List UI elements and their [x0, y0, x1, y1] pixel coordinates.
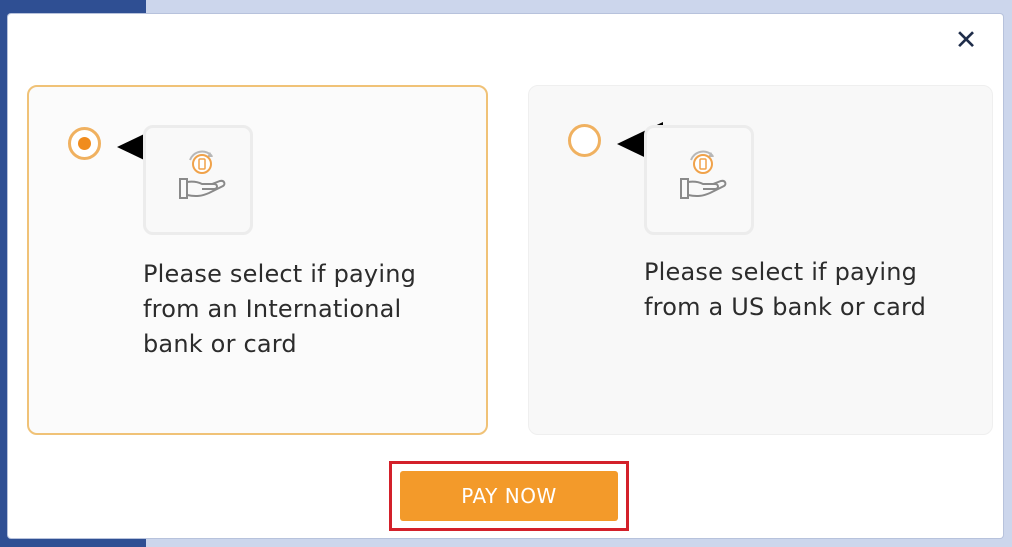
pay-now-highlight: PAY NOW — [389, 461, 629, 531]
payment-method-modal: ✕ Please select if paying from an Intern… — [8, 14, 1003, 538]
option-label-us: Please select if paying from a US bank o… — [644, 258, 927, 321]
hand-coin-icon — [644, 125, 754, 235]
option-label-international: Please select if paying from an Internat… — [143, 260, 417, 358]
radio-international[interactable] — [68, 127, 101, 160]
pay-now-button[interactable]: PAY NOW — [400, 471, 618, 521]
option-card-us[interactable]: Please select if paying from a US bank o… — [528, 85, 993, 435]
radio-us[interactable] — [568, 124, 601, 157]
hand-coin-icon — [143, 125, 253, 235]
close-icon[interactable]: ✕ — [952, 27, 980, 55]
option-card-international[interactable]: Please select if paying from an Internat… — [27, 85, 488, 435]
